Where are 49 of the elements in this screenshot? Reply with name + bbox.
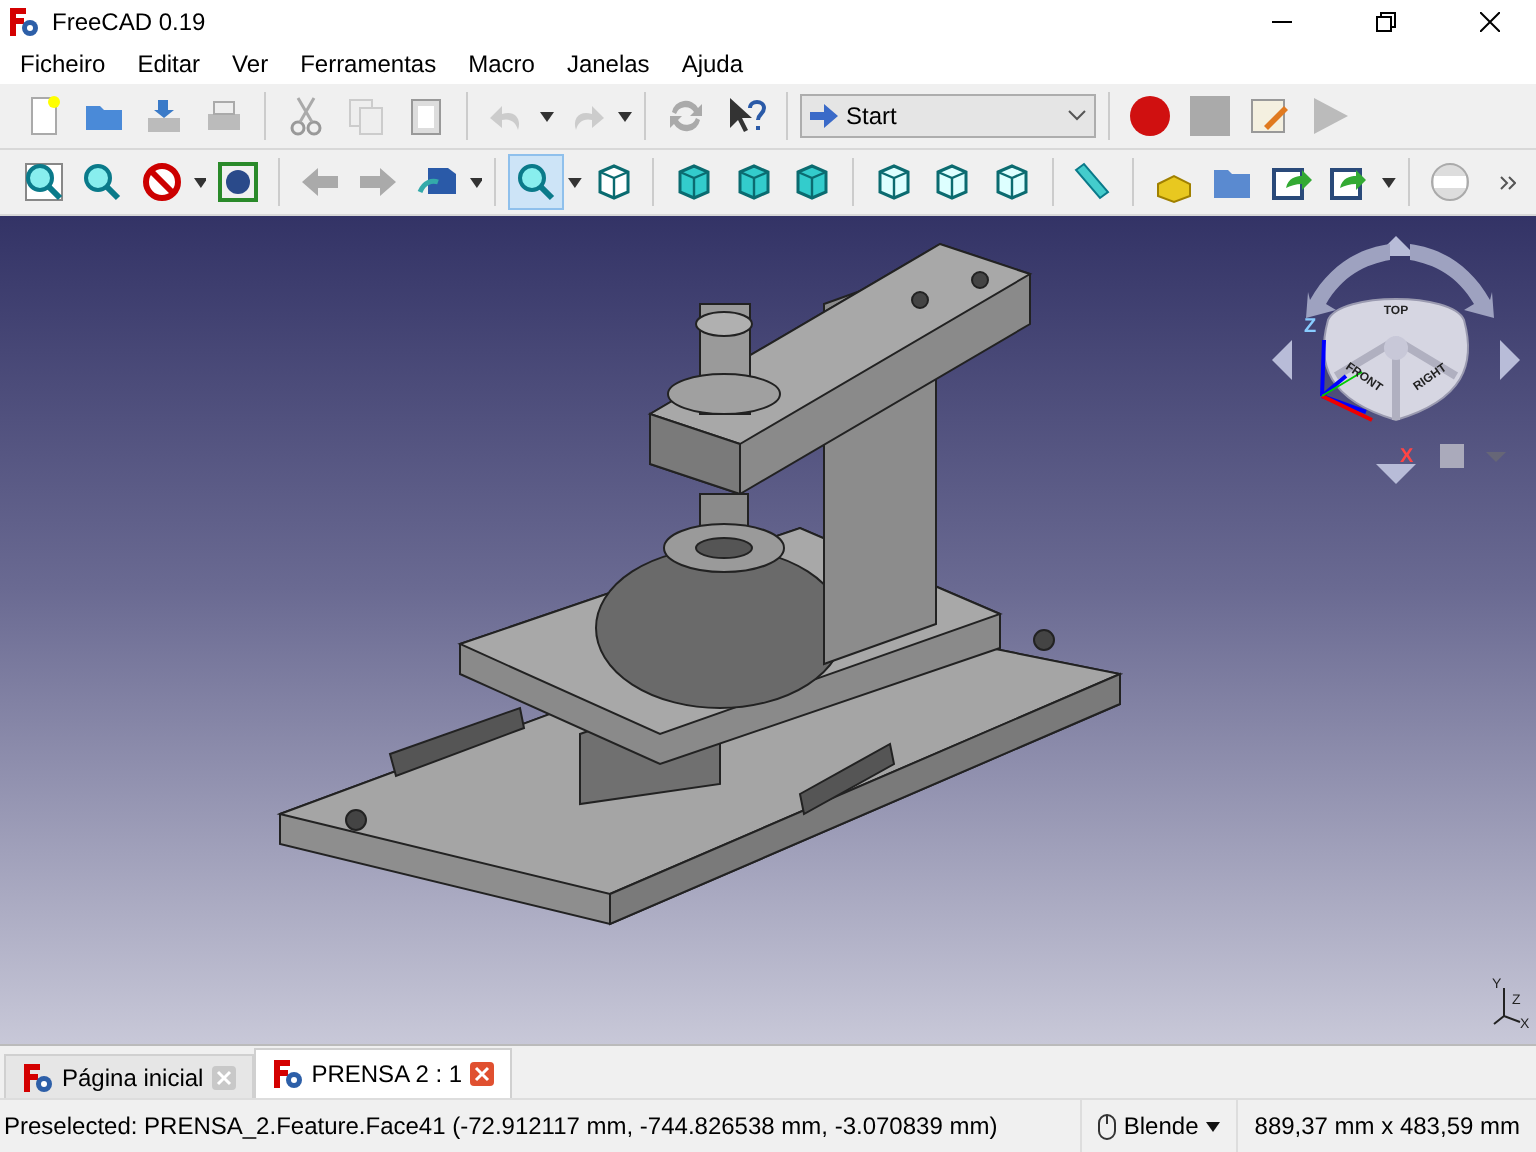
- axis-label: X: [1400, 446, 1414, 468]
- bounding-box-icon: [216, 160, 261, 204]
- dimensions-readout: 889,37 mm x 483,59 mm: [1236, 1100, 1536, 1152]
- caret-icon: [1206, 1121, 1221, 1131]
- close-icon: [1480, 12, 1500, 32]
- disc-icon: [1427, 160, 1472, 204]
- zoom-icon: [514, 160, 559, 204]
- stop-icon: [1188, 94, 1232, 138]
- menu-item[interactable]: Ficheiro: [4, 50, 122, 78]
- workbench-selector[interactable]: Start: [800, 94, 1096, 138]
- window-title: FreeCAD 0.19: [52, 8, 208, 36]
- copy-icon: [344, 94, 388, 138]
- dropdown-caret-icon[interactable]: [618, 111, 632, 121]
- pointer-question-icon: [724, 94, 768, 138]
- ruler-icon: [1070, 160, 1115, 204]
- play-icon: [1308, 94, 1352, 138]
- menu-item[interactable]: Ver: [216, 50, 285, 78]
- fit-all-icon: [21, 160, 66, 204]
- menu-item[interactable]: Ajuda: [665, 50, 760, 78]
- status-message: Preselected: PRENSA_2.Feature.Face41 (-72.912117 mm, -744.826538 mm, -3.070839 mm): [2, 1112, 1000, 1140]
- document-tab[interactable]: Página inicial: [4, 1054, 254, 1098]
- view-tool-button[interactable]: [508, 154, 564, 210]
- app-logo-icon: [22, 1061, 54, 1093]
- menu-item[interactable]: Editar: [121, 50, 217, 78]
- chevron-down-icon: [1068, 110, 1086, 122]
- axis-cross-drawing: [1493, 987, 1521, 1025]
- menu-item[interactable]: Ferramentas: [284, 50, 453, 78]
- navigation-style-selector[interactable]: Blende: [1079, 1100, 1237, 1152]
- close-tab-icon[interactable]: [470, 1062, 495, 1086]
- double-chevron-icon: [1500, 175, 1517, 189]
- dropdown-caret-icon[interactable]: [193, 177, 207, 187]
- axis-label: Z: [1304, 316, 1317, 338]
- dropdown-caret-icon[interactable]: [469, 177, 483, 187]
- draw-style-icon: [139, 160, 184, 204]
- document-tab[interactable]: PRENSA 2 : 1: [253, 1048, 513, 1098]
- notepad-pencil-icon: [1248, 94, 1292, 138]
- restore-icon: [1376, 12, 1396, 32]
- fit-selection-icon: [80, 160, 125, 204]
- mouse-icon: [1097, 1113, 1116, 1139]
- menu-item[interactable]: Janelas: [550, 50, 666, 78]
- arrow-icon: [810, 104, 838, 128]
- app-logo-icon: [271, 1058, 304, 1090]
- app-logo-icon: [8, 6, 40, 38]
- record-icon: [1128, 94, 1172, 138]
- dropdown-caret-icon[interactable]: [1382, 177, 1397, 187]
- menu-item[interactable]: Macro: [452, 50, 551, 78]
- drive-arrow-icon: [142, 94, 186, 138]
- dropdown-caret-icon[interactable]: [567, 177, 582, 187]
- dropdown-caret-icon[interactable]: [540, 111, 554, 121]
